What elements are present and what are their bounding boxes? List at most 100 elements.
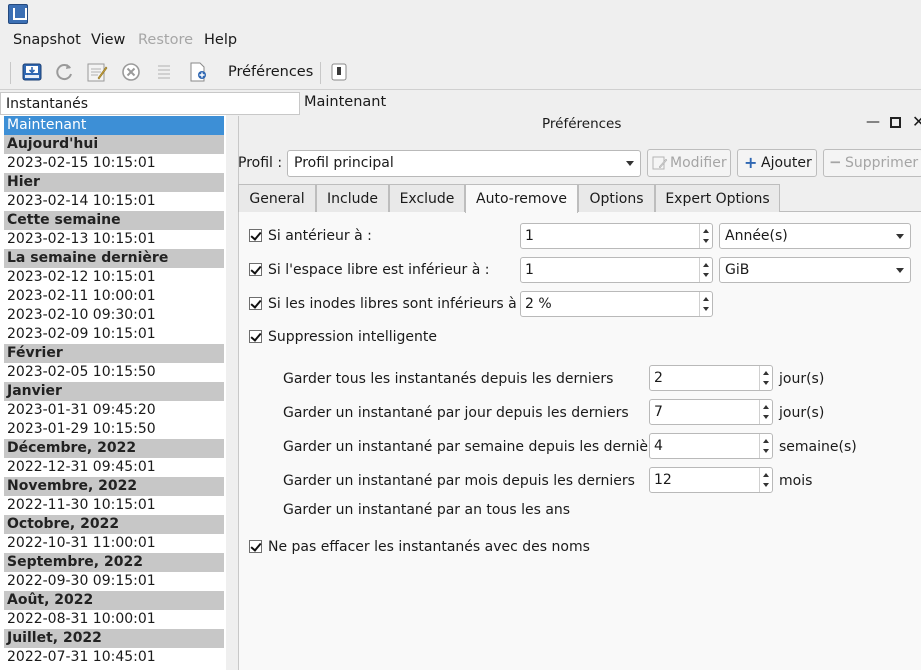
tab-options[interactable]: Options	[578, 184, 655, 212]
refresh-icon[interactable]	[53, 61, 75, 83]
spin-arrows-icon[interactable]	[759, 434, 772, 458]
keep-all-unit: jour(s)	[779, 371, 825, 387]
close-icon[interactable]: ✕	[912, 112, 921, 131]
menu-snapshot[interactable]: Snapshot	[13, 32, 81, 48]
preferences-button[interactable]: Préférences	[228, 64, 313, 80]
delete-profile-label: Supprimer	[845, 155, 919, 171]
snapshot-group-header: La semaine dernière	[4, 249, 224, 268]
log-icon[interactable]	[153, 61, 175, 83]
toolbar-separator	[10, 62, 11, 84]
current-snapshot-title: Maintenant	[304, 94, 387, 110]
keep-daily-value: 7	[654, 404, 663, 420]
spin-arrows-icon[interactable]	[699, 292, 712, 316]
spin-arrows-icon[interactable]	[699, 224, 712, 248]
free-space-value: 1	[525, 262, 534, 278]
keep-all-spinbox[interactable]: 2	[649, 365, 773, 391]
keep-monthly-spinbox[interactable]: 12	[649, 467, 773, 493]
snapshot-group-header: Hier	[4, 173, 224, 192]
keep-daily-unit: jour(s)	[779, 405, 825, 421]
snapshot-list-item[interactable]: 2023-01-29 10:15:50	[4, 420, 224, 439]
tab-expert-options-label: Expert Options	[665, 191, 770, 207]
delete-profile-button[interactable]: − Supprimer	[823, 149, 921, 177]
smart-remove-label: Suppression intelligente	[268, 329, 437, 345]
snapshot-list-item[interactable]: 2022-07-31 10:45:01	[4, 648, 224, 667]
profile-select[interactable]: Profil principal	[287, 150, 641, 177]
keep-weekly-spinbox[interactable]: 4	[649, 433, 773, 459]
edit-name-icon[interactable]	[86, 61, 108, 83]
keep-weekly-value: 4	[654, 438, 663, 454]
snapshot-group-header: Septembre, 2022	[4, 553, 224, 572]
keep-monthly-unit: mois	[779, 473, 813, 489]
keep-daily-spinbox[interactable]: 7	[649, 399, 773, 425]
spin-arrows-icon[interactable]	[699, 258, 712, 282]
menu-help[interactable]: Help	[204, 32, 237, 48]
older-than-checkbox[interactable]	[249, 229, 262, 242]
snapshot-group-header: Aujourd'hui	[4, 135, 224, 154]
snapshot-list-item[interactable]: 2022-09-30 09:15:01	[4, 572, 224, 591]
snapshot-list-item[interactable]: 2023-02-05 10:15:50	[4, 363, 224, 382]
tab-auto-remove[interactable]: Auto-remove	[465, 184, 578, 213]
snapshot-list-item[interactable]: 2022-12-31 09:45:01	[4, 458, 224, 477]
add-profile-button[interactable]: + Ajouter	[737, 149, 817, 177]
profile-label: Profil :	[238, 155, 283, 171]
maximize-icon[interactable]	[890, 117, 901, 128]
app-icon	[8, 4, 28, 24]
new-document-icon[interactable]	[187, 61, 209, 83]
free-space-unit-select[interactable]: GiB	[719, 257, 911, 283]
free-inodes-spinbox[interactable]: 2 %	[520, 291, 713, 317]
tab-exclude[interactable]: Exclude	[389, 184, 465, 212]
snapshot-list-item[interactable]: 2023-02-11 10:00:01	[4, 287, 224, 306]
dont-remove-named-label: Ne pas effacer les instantanés avec des …	[268, 539, 590, 555]
keep-weekly-label: Garder un instantané par semaine depuis …	[283, 439, 670, 455]
snapshot-list-item[interactable]: 2023-02-12 10:15:01	[4, 268, 224, 287]
tab-include[interactable]: Include	[316, 184, 389, 212]
tab-general[interactable]: General	[238, 184, 316, 212]
take-snapshot-icon[interactable]	[21, 61, 43, 83]
snapshot-list-item[interactable]: 2023-02-10 09:30:01	[4, 306, 224, 325]
spin-arrows-icon[interactable]	[759, 400, 772, 424]
snapshot-list-item[interactable]: 2023-02-09 10:15:01	[4, 325, 224, 344]
keep-all-label: Garder tous les instantanés depuis les d…	[283, 371, 614, 387]
tab-options-label: Options	[589, 191, 644, 207]
free-space-checkbox[interactable]	[249, 263, 262, 276]
older-than-spinbox[interactable]: 1	[520, 223, 713, 249]
tab-include-label: Include	[327, 191, 378, 207]
tab-auto-remove-label: Auto-remove	[476, 191, 567, 207]
older-than-unit-value: Année(s)	[725, 228, 788, 244]
chevron-down-icon	[896, 234, 904, 239]
snapshot-list-item[interactable]: 2022-10-31 11:00:01	[4, 534, 224, 553]
snapshot-list-item[interactable]: 2023-02-13 10:15:01	[4, 230, 224, 249]
modify-profile-button[interactable]: Modifier	[647, 149, 731, 177]
dont-remove-named-checkbox[interactable]	[249, 540, 262, 553]
snapshot-list-item[interactable]: 2023-01-31 09:45:20	[4, 401, 224, 420]
keep-daily-label: Garder un instantané par jour depuis les…	[283, 405, 629, 421]
smart-remove-checkbox[interactable]	[249, 330, 262, 343]
remove-icon[interactable]	[120, 61, 142, 83]
older-than-label: Si antérieur à :	[268, 228, 372, 244]
free-space-unit-value: GiB	[725, 262, 750, 278]
snapshot-list-item[interactable]: 2023-02-14 10:15:01	[4, 192, 224, 211]
menu-restore[interactable]: Restore	[138, 32, 193, 48]
menu-view[interactable]: View	[91, 32, 125, 48]
snapshot-group-header: Février	[4, 344, 224, 363]
spin-arrows-icon[interactable]	[759, 366, 772, 390]
chevron-down-icon	[896, 268, 904, 273]
spin-arrows-icon[interactable]	[759, 468, 772, 492]
snapshot-list-item[interactable]: 2023-02-15 10:15:01	[4, 154, 224, 173]
tab-exclude-label: Exclude	[399, 191, 455, 207]
shutdown-icon[interactable]	[328, 61, 350, 83]
free-inodes-checkbox[interactable]	[249, 297, 262, 310]
dialog-title: Préférences	[542, 116, 622, 132]
tab-expert-options[interactable]: Expert Options	[655, 184, 780, 212]
free-space-spinbox[interactable]: 1	[520, 257, 713, 283]
snapshot-list-item[interactable]: 2022-08-31 10:00:01	[4, 610, 224, 629]
snapshot-group-header: Octobre, 2022	[4, 515, 224, 534]
snapshot-list-item[interactable]: 2022-11-30 10:15:01	[4, 496, 224, 515]
snapshot-list-item[interactable]: Maintenant	[4, 116, 224, 135]
free-inodes-value: 2 %	[525, 296, 552, 312]
plus-icon: +	[744, 153, 758, 172]
older-than-unit-select[interactable]: Année(s)	[719, 223, 911, 249]
minimize-icon[interactable]: —	[866, 114, 880, 130]
menu-bar: Snapshot View Restore Help	[0, 28, 921, 54]
older-than-value: 1	[525, 228, 534, 244]
